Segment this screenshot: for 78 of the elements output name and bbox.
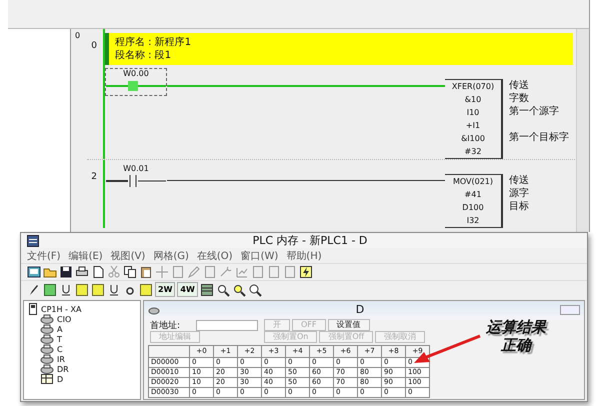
menu-item[interactable]: 在线(O) [196,249,233,262]
menu-item[interactable]: 编辑(E) [68,249,103,262]
operand-text: #41 [464,189,482,201]
tree-item[interactable]: CIO [40,314,136,324]
tree-item[interactable]: C [40,344,136,354]
operand-comment: 源字 [509,187,530,200]
operand-text: &10 [464,94,482,106]
rung-number: 0 [90,41,97,51]
menu-item[interactable]: 网格(G) [153,249,189,262]
device-icon [28,303,38,315]
operand-text: #32 [464,146,482,158]
operand-comment: 字数 [509,92,530,105]
instruction-name: XFER(070) [452,81,494,93]
square-icon[interactable] [75,282,89,296]
instruction-block[interactable]: XFER(070) &10 I10 +I1 &I100 #32 [445,79,502,159]
contact-address: W0.01 [123,164,149,174]
paste-icon[interactable] [139,265,153,279]
menu-item[interactable]: 帮助(H) [286,249,322,262]
tree-item[interactable]: T [40,334,136,344]
operand-text: +I1 [466,120,480,132]
window-title: PLC 内存 - 新PLC1 - D [252,233,368,248]
tree-item[interactable]: D [40,374,136,384]
memory-icon [40,313,54,325]
scrollbar[interactable] [576,29,589,232]
memory-icon [148,304,160,314]
copy-icon[interactable] [123,265,137,279]
operand-text: I10 [466,107,480,119]
zoom-icon[interactable] [232,282,246,296]
operand-text: &I100 [461,133,485,145]
memory-icon [40,333,54,345]
new-window-icon[interactable] [27,265,41,279]
underline-icon[interactable] [107,282,121,296]
contact-address: W0.00 [123,69,149,79]
zoom-in-icon[interactable] [216,282,230,296]
field-label: 首地址: [150,320,182,332]
rung-number: 2 [90,172,97,182]
lightning-icon[interactable] [299,265,313,279]
instruction-block[interactable]: MOV(021) #41 D100 I32 [445,174,502,228]
operand-text: D100 [462,202,484,214]
pencil-icon[interactable] [27,282,41,296]
menu-item[interactable]: 窗口(W) [240,249,278,262]
memory-icon [40,323,54,335]
tree-item[interactable]: IR [40,354,136,364]
table-icon [40,373,54,385]
memory-icon [40,363,54,375]
contact-symbol[interactable] [106,174,166,188]
tree-item[interactable]: DR [40,364,136,374]
annotation-text: 运算结果 正确 [486,318,546,354]
square-icon[interactable] [91,282,105,296]
operand-text: I32 [466,215,480,227]
toolbar-button[interactable]: 2W [155,282,176,297]
square-icon[interactable] [43,282,57,296]
toolbar-button[interactable]: 4W [177,282,198,297]
operand-comment: 传送 [509,79,530,92]
menu-item[interactable]: 视图(V) [110,249,146,262]
comment-text: 程序名 : 新程序1 [115,36,192,49]
memory-icon [40,353,54,365]
tree-item[interactable]: CP1H - XA [28,304,136,314]
operand-comment: 第一个目标字 [509,131,570,144]
instruction-name: MOV(021) [452,176,494,188]
menu-item[interactable]: 文件(F) [27,249,61,262]
square-icon[interactable] [139,282,153,296]
operand-comment: 目标 [509,200,530,213]
search-icon[interactable] [248,282,262,296]
page-preview-icon[interactable] [91,265,105,279]
address-field[interactable] [196,320,258,330]
underline-icon[interactable] [59,282,73,296]
comment-text: 段名称 : 段1 [115,49,172,62]
row-number: 0 [75,31,82,40]
window-title: D [354,303,366,316]
memory-icon [40,343,54,355]
operand-comment: 传送 [509,174,530,187]
save-icon[interactable] [59,265,73,279]
table-icon[interactable] [200,282,214,296]
operand-comment: 第一个源字 [509,105,560,118]
tree-item[interactable]: A [40,324,136,334]
panel-button[interactable]: 设置值 [328,319,370,331]
printer-icon[interactable] [75,265,89,279]
